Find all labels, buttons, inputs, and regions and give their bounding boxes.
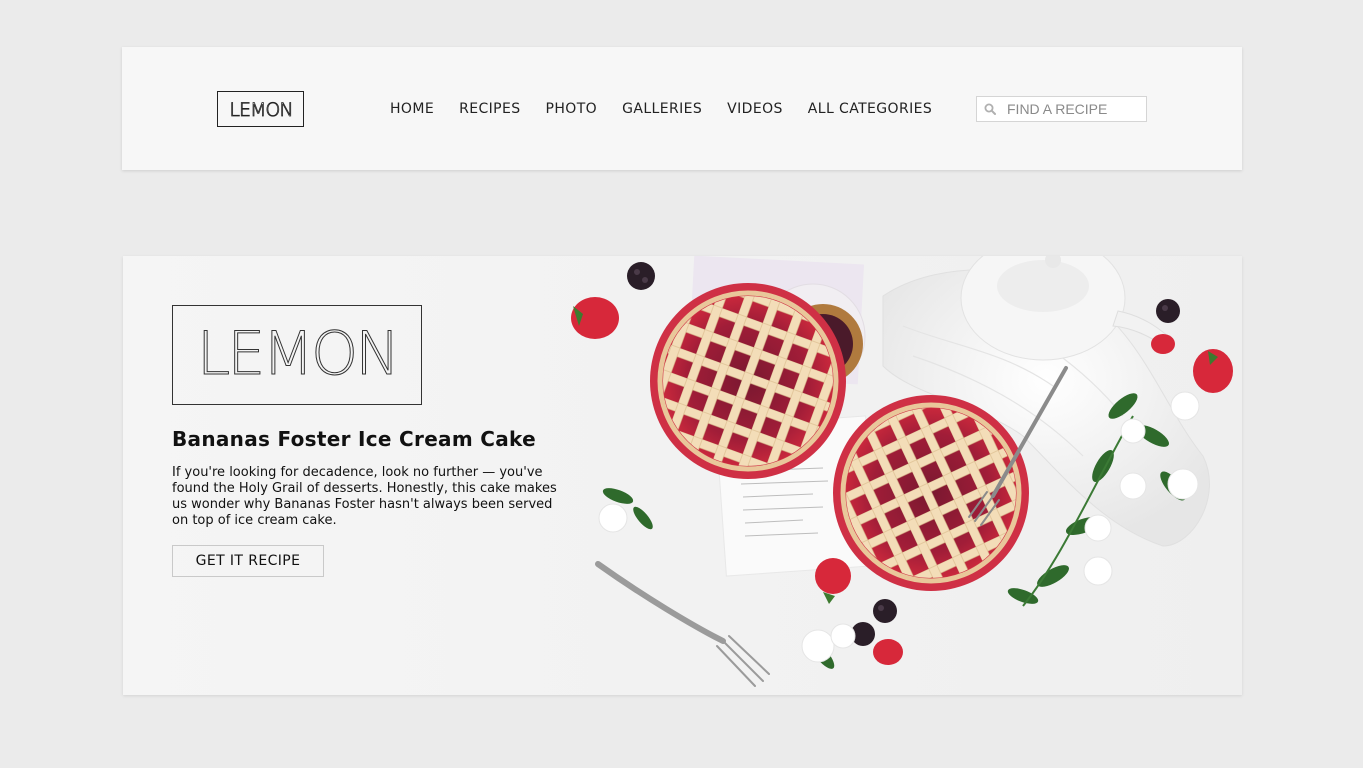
search-input[interactable] <box>1003 98 1143 120</box>
hero-banner: LEMON Bananas Foster Ice Cream Cake If y… <box>123 256 1242 695</box>
hero-description: If you're looking for decadence, look no… <box>172 465 557 528</box>
hero-logo: LEMON <box>172 305 422 405</box>
nav-galleries[interactable]: GALLERIES <box>622 101 702 117</box>
svg-text:LEMON: LEMON <box>229 99 292 120</box>
site-header: LEMON HOME RECIPES PHOTO GALLERIES VIDEO… <box>122 47 1242 170</box>
search-box <box>976 96 1147 122</box>
svg-text:LEMON: LEMON <box>197 320 397 389</box>
nav-all-categories[interactable]: ALL CATEGORIES <box>808 101 932 117</box>
hero-content: LEMON Bananas Foster Ice Cream Cake If y… <box>172 305 562 577</box>
nav-home[interactable]: HOME <box>390 101 434 117</box>
main-nav: HOME RECIPES PHOTO GALLERIES VIDEOS ALL … <box>390 99 932 119</box>
search-icon[interactable] <box>977 97 1003 121</box>
nav-recipes[interactable]: RECIPES <box>459 101 520 117</box>
nav-photo[interactable]: PHOTO <box>546 101 598 117</box>
lemon-logo-mark: LEMON <box>229 99 294 120</box>
get-recipe-button[interactable]: GET IT RECIPE <box>172 545 324 577</box>
hero-title: Bananas Foster Ice Cream Cake <box>172 427 536 451</box>
nav-videos[interactable]: VIDEOS <box>727 101 783 117</box>
header-logo[interactable]: LEMON <box>217 91 304 127</box>
lemon-logo-large: LEMON <box>196 320 400 390</box>
